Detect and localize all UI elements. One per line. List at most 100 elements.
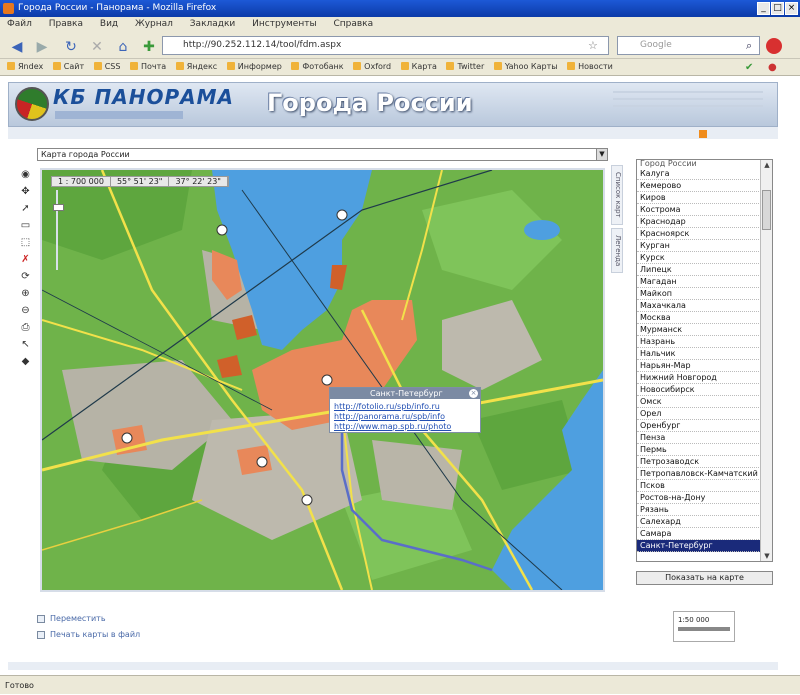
city-list-item[interactable]: Ростов-на-Дону xyxy=(637,492,761,504)
scroll-down-icon[interactable]: ▼ xyxy=(761,551,772,561)
clear-selection-icon[interactable]: ✗ xyxy=(19,253,32,266)
menu-view[interactable]: Вид xyxy=(93,17,125,29)
search-input[interactable]: Google xyxy=(617,36,760,55)
pan-icon[interactable]: ✥ xyxy=(19,185,32,198)
city-list-item[interactable]: Санкт-Петербург xyxy=(637,540,761,552)
move-checkbox[interactable] xyxy=(37,615,45,623)
tab-legend[interactable]: Легенда xyxy=(611,228,623,273)
scroll-up-icon[interactable]: ▲ xyxy=(761,160,772,170)
city-list-item[interactable]: Краснодар xyxy=(637,216,761,228)
city-list-item[interactable]: Кострома xyxy=(637,204,761,216)
menu-edit[interactable]: Правка xyxy=(42,17,90,29)
star-icon[interactable]: ☆ xyxy=(588,39,598,52)
city-list-item[interactable]: Махачкала xyxy=(637,300,761,312)
city-list-item[interactable]: Нижний Новгород xyxy=(637,372,761,384)
city-list-item[interactable]: Самара xyxy=(637,528,761,540)
bookmark-item[interactable]: Yahoo Карты xyxy=(493,62,558,71)
city-list[interactable]: Город России Калуга Кемерово Киров Кострома… xyxy=(636,159,773,562)
bookmark-item[interactable]: Сайт xyxy=(52,62,84,71)
city-list-item[interactable]: Оренбург xyxy=(637,420,761,432)
refresh-icon[interactable]: ⟳ xyxy=(19,270,32,283)
city-list-item[interactable]: Пермь xyxy=(637,444,761,456)
zoom-slider[interactable] xyxy=(53,190,64,270)
city-list-item[interactable]: Салехард xyxy=(637,516,761,528)
menu-tools[interactable]: Инструменты xyxy=(245,17,323,29)
addon-icon[interactable] xyxy=(766,38,782,54)
city-list-item[interactable]: Орел xyxy=(637,408,761,420)
popup-link[interactable]: http://fotolio.ru/spb/info.ru xyxy=(334,402,440,411)
show-on-map-button[interactable]: Показать на карте xyxy=(636,571,773,585)
zoom-slider-handle[interactable] xyxy=(53,204,64,211)
close-icon[interactable]: × xyxy=(785,2,798,15)
city-list-item[interactable]: Курск xyxy=(637,252,761,264)
bookmark-item[interactable]: Twitter xyxy=(446,62,484,71)
city-list-item[interactable]: Назрань xyxy=(637,336,761,348)
scroll-thumb[interactable] xyxy=(762,190,771,230)
reload-icon[interactable]: ↻ xyxy=(62,38,80,56)
back-icon[interactable]: ◀ xyxy=(8,38,26,56)
rss-icon[interactable] xyxy=(699,130,707,138)
menu-file[interactable]: Файл xyxy=(0,17,39,29)
chevron-down-icon[interactable]: ▼ xyxy=(596,149,607,160)
add-icon[interactable]: ✚ xyxy=(140,38,158,56)
popup-link[interactable]: http://www.map.spb.ru/photo xyxy=(334,422,451,431)
home-icon[interactable]: ⌂ xyxy=(114,38,132,56)
city-list-item[interactable]: Калуга xyxy=(637,168,761,180)
city-list-item[interactable]: Липецк xyxy=(637,264,761,276)
bookmark-item[interactable]: Яндекс xyxy=(175,62,217,71)
zoom-out-icon[interactable]: ⊖ xyxy=(19,304,32,317)
city-list-scrollbar[interactable]: ▲ ▼ xyxy=(760,160,772,561)
bookmark-item[interactable]: Фотобанк xyxy=(291,62,344,71)
bookmark-item[interactable]: Oxford xyxy=(353,62,391,71)
city-list-item[interactable]: Нарьян-Мар xyxy=(637,360,761,372)
print-icon[interactable]: ⎙ xyxy=(19,321,32,334)
city-list-item[interactable]: Киров xyxy=(637,192,761,204)
maximize-icon[interactable]: □ xyxy=(771,2,784,15)
layers-icon[interactable]: ◆ xyxy=(19,355,32,368)
bookmark-item[interactable]: Информер xyxy=(226,62,282,71)
close-icon[interactable]: × xyxy=(469,389,478,398)
city-list-item[interactable]: Москва xyxy=(637,312,761,324)
forward-icon[interactable]: ▶ xyxy=(33,38,51,56)
tab-map-list[interactable]: Список карт xyxy=(611,165,623,225)
city-list-item[interactable]: Мурманск xyxy=(637,324,761,336)
city-list-item[interactable]: Кемерово xyxy=(637,180,761,192)
zoom-in-icon[interactable]: ⊕ xyxy=(19,287,32,300)
globe-icon[interactable]: ◉ xyxy=(19,168,32,181)
city-list-item[interactable]: Магадан xyxy=(637,276,761,288)
city-list-item[interactable]: Петропавловск-Камчатский xyxy=(637,468,761,480)
bookmark-item[interactable]: Новости xyxy=(567,62,613,71)
map-canvas[interactable] xyxy=(42,170,603,590)
bookmark-item[interactable]: Карта xyxy=(400,62,437,71)
city-list-item[interactable]: Петрозаводск xyxy=(637,456,761,468)
city-list-item[interactable]: Омск xyxy=(637,396,761,408)
print-to-file-checkbox[interactable] xyxy=(37,631,45,639)
stop-icon[interactable]: ✕ xyxy=(88,38,106,56)
check-icon[interactable]: ✔ xyxy=(745,62,753,73)
pointer-icon[interactable]: ↖ xyxy=(19,338,32,351)
menu-help[interactable]: Справка xyxy=(326,17,380,29)
select-area-icon[interactable]: ⬚ xyxy=(19,236,32,249)
city-list-item[interactable]: Псков xyxy=(637,480,761,492)
bookmark-item[interactable]: Почта xyxy=(129,62,166,71)
map-view[interactable] xyxy=(40,168,605,592)
menu-history[interactable]: Журнал xyxy=(128,17,180,29)
select-rect-icon[interactable]: ▭ xyxy=(19,219,32,232)
menu-bookmarks[interactable]: Закладки xyxy=(183,17,243,29)
map-select[interactable]: Карта города России ▼ xyxy=(37,148,608,161)
bookmark-item[interactable]: Яndex xyxy=(7,62,43,71)
url-input[interactable]: http://90.252.112.14/tool/fdm.aspx xyxy=(162,36,609,55)
city-list-item[interactable]: Майкоп xyxy=(637,288,761,300)
city-list-item[interactable]: Пенза xyxy=(637,432,761,444)
city-list-item[interactable]: Рязань xyxy=(637,504,761,516)
search-icon[interactable]: ⌕ xyxy=(746,39,752,53)
city-list-item[interactable]: Новосибирск xyxy=(637,384,761,396)
city-list-item[interactable]: Красноярск xyxy=(637,228,761,240)
bookmark-item[interactable]: CSS xyxy=(93,62,120,71)
status-icon[interactable]: ● xyxy=(768,62,777,73)
popup-link[interactable]: http://panorama.ru/spb/info xyxy=(334,412,445,421)
select-arrow-icon[interactable]: ➚ xyxy=(19,202,32,215)
minimize-icon[interactable]: _ xyxy=(757,2,770,15)
city-list-item[interactable]: Курган xyxy=(637,240,761,252)
city-list-item[interactable]: Нальчик xyxy=(637,348,761,360)
